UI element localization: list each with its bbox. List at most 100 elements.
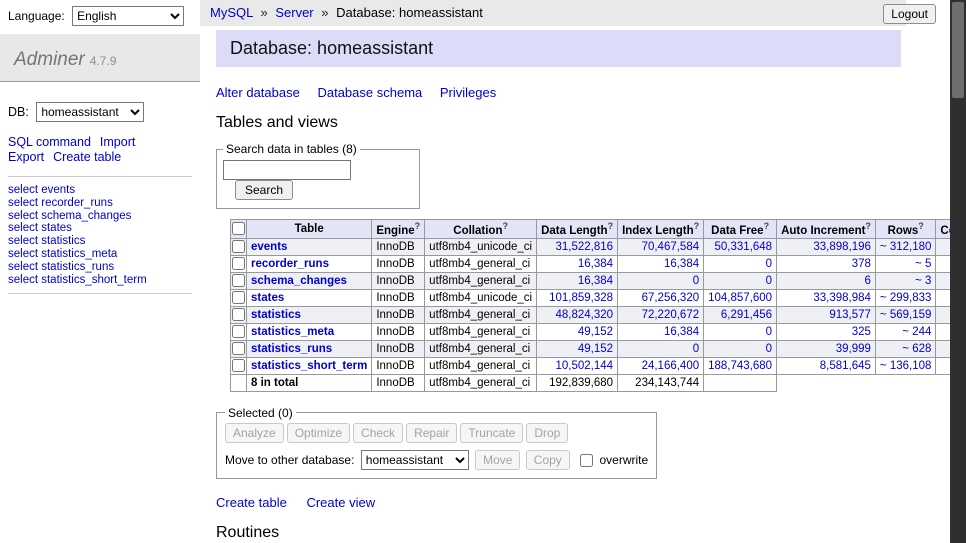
- rows-link[interactable]: ~ 244: [902, 326, 931, 338]
- repair-button[interactable]: Repair: [406, 423, 457, 443]
- table-name-link[interactable]: statistics_short_term: [251, 360, 367, 372]
- optimize-button[interactable]: Optimize: [287, 423, 350, 443]
- sidebar-table-link[interactable]: select statistics_meta: [8, 248, 192, 261]
- overwrite-checkbox[interactable]: [580, 454, 593, 467]
- sidebar-table-link[interactable]: select states: [8, 222, 192, 235]
- scrollbar-thumb[interactable]: [952, 2, 964, 98]
- data-length-link[interactable]: 31,522,816: [556, 241, 614, 253]
- check-button[interactable]: Check: [353, 423, 403, 443]
- import-link[interactable]: Import: [100, 135, 135, 149]
- data-free-link[interactable]: 6,291,456: [721, 309, 772, 321]
- index-length-link[interactable]: 24,166,400: [642, 360, 700, 372]
- data-length-link[interactable]: 48,824,320: [556, 309, 614, 321]
- index-length-link[interactable]: 16,384: [664, 326, 699, 338]
- move-button[interactable]: Move: [475, 450, 520, 470]
- data-length-link[interactable]: 101,859,328: [549, 292, 613, 304]
- help-icon[interactable]: ?: [764, 221, 770, 231]
- auto-increment-link[interactable]: 33,898,196: [813, 241, 871, 253]
- help-icon[interactable]: ?: [918, 221, 924, 231]
- rows-link[interactable]: ~ 628: [902, 343, 931, 355]
- sidebar-table-link[interactable]: select recorder_runs: [8, 197, 192, 210]
- rows-link[interactable]: ~ 136,108: [880, 360, 931, 372]
- row-checkbox[interactable]: [232, 257, 245, 270]
- row-checkbox[interactable]: [232, 274, 245, 287]
- sidebar-table-link[interactable]: select schema_changes: [8, 210, 192, 223]
- data-length-link[interactable]: 49,152: [578, 343, 613, 355]
- row-checkbox[interactable]: [232, 325, 245, 338]
- analyze-button[interactable]: Analyze: [225, 423, 284, 443]
- rows-link[interactable]: ~ 569,159: [880, 309, 931, 321]
- index-length-link[interactable]: 70,467,584: [642, 241, 700, 253]
- rows-link[interactable]: ~ 312,180: [880, 241, 931, 253]
- select-all-checkbox[interactable]: [232, 222, 245, 235]
- auto-increment-link[interactable]: 325: [852, 326, 871, 338]
- sql-command-link[interactable]: SQL command: [8, 135, 91, 149]
- data-free-link[interactable]: 0: [766, 258, 772, 270]
- create-view-link[interactable]: Create view: [306, 495, 375, 510]
- data-free-link[interactable]: 50,331,648: [715, 241, 773, 253]
- help-icon[interactable]: ?: [415, 221, 421, 231]
- index-length-link[interactable]: 0: [693, 275, 699, 287]
- table-name-link[interactable]: statistics: [251, 309, 301, 321]
- database-schema-link[interactable]: Database schema: [317, 85, 422, 100]
- data-length-link[interactable]: 49,152: [578, 326, 613, 338]
- truncate-button[interactable]: Truncate: [460, 423, 523, 443]
- row-checkbox[interactable]: [232, 240, 245, 253]
- auto-increment-link[interactable]: 378: [852, 258, 871, 270]
- move-db-select[interactable]: homeassistant: [361, 450, 469, 470]
- table-name-link[interactable]: states: [251, 292, 284, 304]
- help-icon[interactable]: ?: [865, 221, 871, 231]
- rows-link[interactable]: ~ 299,833: [880, 292, 931, 304]
- help-icon[interactable]: ?: [502, 221, 508, 231]
- table-name-link[interactable]: recorder_runs: [251, 258, 329, 270]
- create-table-link[interactable]: Create table: [216, 495, 287, 510]
- index-length-link[interactable]: 67,256,320: [642, 292, 700, 304]
- rows-link[interactable]: ~ 5: [915, 258, 931, 270]
- auto-increment-link[interactable]: 33,398,984: [813, 292, 871, 304]
- sidebar-table-link[interactable]: select statistics_runs: [8, 261, 192, 274]
- row-checkbox[interactable]: [232, 291, 245, 304]
- search-input[interactable]: [223, 160, 351, 180]
- data-length-link[interactable]: 10,502,144: [556, 360, 614, 372]
- data-free-link[interactable]: 188,743,680: [708, 360, 772, 372]
- auto-increment-link[interactable]: 6: [865, 275, 871, 287]
- search-button[interactable]: Search: [235, 180, 293, 200]
- index-length-link[interactable]: 16,384: [664, 258, 699, 270]
- data-free-link[interactable]: 104,857,600: [708, 292, 772, 304]
- sidebar-table-link[interactable]: select statistics: [8, 235, 192, 248]
- table-name-link[interactable]: schema_changes: [251, 275, 347, 287]
- drop-button[interactable]: Drop: [526, 423, 568, 443]
- rows-link[interactable]: ~ 3: [915, 275, 931, 287]
- row-checkbox[interactable]: [232, 308, 245, 321]
- row-checkbox[interactable]: [232, 342, 245, 355]
- data-free-link[interactable]: 0: [766, 326, 772, 338]
- language-select[interactable]: English: [72, 6, 184, 26]
- table-name-link[interactable]: statistics_meta: [251, 326, 334, 338]
- export-link[interactable]: Export: [8, 150, 44, 164]
- sidebar-table-link[interactable]: select events: [8, 184, 192, 197]
- data-length-link[interactable]: 16,384: [578, 275, 613, 287]
- auto-increment-link[interactable]: 8,581,645: [820, 360, 871, 372]
- breadcrumb-mysql-link[interactable]: MySQL: [210, 5, 253, 20]
- index-length-link[interactable]: 0: [693, 343, 699, 355]
- row-checkbox[interactable]: [232, 359, 245, 372]
- index-length-link[interactable]: 72,220,672: [642, 309, 700, 321]
- data-length-link[interactable]: 16,384: [578, 258, 613, 270]
- create-table-sidebar-link[interactable]: Create table: [53, 150, 121, 164]
- data-free-link[interactable]: 0: [766, 343, 772, 355]
- table-name-link[interactable]: events: [251, 241, 287, 253]
- alter-database-link[interactable]: Alter database: [216, 85, 300, 100]
- app-name[interactable]: Adminer: [14, 49, 85, 70]
- logout-button[interactable]: Logout: [883, 4, 936, 24]
- auto-increment-link[interactable]: 39,999: [836, 343, 871, 355]
- data-free-link[interactable]: 0: [766, 275, 772, 287]
- help-icon[interactable]: ?: [608, 221, 614, 231]
- copy-button[interactable]: Copy: [526, 450, 570, 470]
- breadcrumb-server-link[interactable]: Server: [275, 5, 313, 20]
- sidebar-table-link[interactable]: select statistics_short_term: [8, 274, 192, 287]
- table-name-link[interactable]: statistics_runs: [251, 343, 332, 355]
- db-select[interactable]: homeassistant: [36, 102, 144, 122]
- auto-increment-link[interactable]: 913,577: [829, 309, 871, 321]
- privileges-link[interactable]: Privileges: [440, 85, 496, 100]
- help-icon[interactable]: ?: [694, 221, 700, 231]
